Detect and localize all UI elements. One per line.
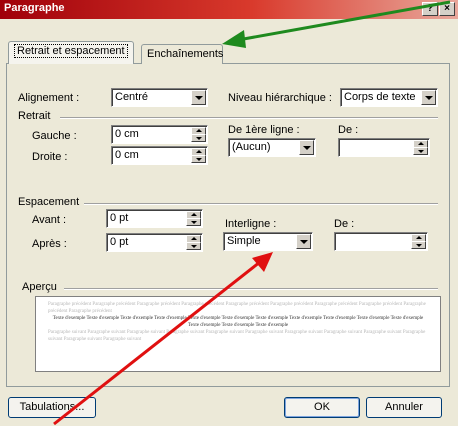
spin-down-icon[interactable] bbox=[191, 155, 206, 163]
chevron-down-icon[interactable] bbox=[296, 234, 311, 249]
line-spacing-at-spinner[interactable] bbox=[334, 232, 428, 251]
indent-right-value: 0 cm bbox=[115, 149, 139, 161]
line-spacing-select[interactable]: Simple bbox=[223, 232, 313, 251]
preview-group-divider bbox=[64, 288, 438, 290]
alignment-select[interactable]: Centré bbox=[111, 88, 208, 107]
first-line-label: De 1ère ligne : bbox=[228, 124, 300, 136]
spacing-after-value: 0 pt bbox=[110, 236, 129, 248]
chevron-down-icon[interactable] bbox=[421, 90, 436, 105]
chevron-down-icon[interactable] bbox=[299, 140, 314, 155]
indent-group-divider bbox=[60, 117, 438, 119]
line-spacing-at-label: De : bbox=[334, 218, 355, 230]
first-line-value: (Aucun) bbox=[232, 141, 271, 153]
help-button[interactable]: ? bbox=[422, 2, 438, 16]
line-spacing-value: Simple bbox=[227, 235, 261, 247]
spacing-after-label: Après : bbox=[32, 238, 67, 250]
tab-enchainements[interactable]: Enchaînements bbox=[141, 44, 223, 64]
chevron-down-icon[interactable] bbox=[191, 90, 206, 105]
spacing-before-value: 0 pt bbox=[110, 212, 129, 224]
indent-left-spinner[interactable]: 0 cm bbox=[111, 125, 208, 144]
line-spacing-label: Interligne : bbox=[225, 218, 277, 230]
preview-sample-text: Texte d'exemple Texte d'exemple Texte d'… bbox=[52, 316, 424, 328]
alignment-value: Centré bbox=[115, 91, 149, 103]
outline-level-value: Corps de texte bbox=[344, 91, 416, 103]
indent-left-label: Gauche : bbox=[32, 130, 77, 142]
spacing-group-divider bbox=[84, 203, 438, 205]
outline-level-label: Niveau hiérarchique : bbox=[228, 92, 332, 104]
spin-down-icon[interactable] bbox=[411, 241, 426, 249]
spin-down-icon[interactable] bbox=[413, 147, 428, 155]
first-line-select[interactable]: (Aucun) bbox=[228, 138, 316, 157]
first-line-by-spinner[interactable] bbox=[338, 138, 430, 157]
indent-group-label: Retrait bbox=[18, 110, 51, 122]
spacing-before-spinner[interactable]: 0 pt bbox=[106, 209, 203, 228]
spacing-before-label: Avant : bbox=[32, 214, 67, 226]
indent-left-value: 0 cm bbox=[115, 128, 139, 140]
alignment-label: Alignement : bbox=[18, 92, 80, 104]
tab-label: Enchaînements bbox=[147, 48, 224, 60]
spacing-group-label: Espacement bbox=[18, 196, 80, 208]
outline-level-select[interactable]: Corps de texte bbox=[340, 88, 438, 107]
spacing-after-spinner[interactable]: 0 pt bbox=[106, 233, 203, 252]
preview-next-text: Paragraphe suivant Paragraphe suivant Pa… bbox=[48, 330, 426, 342]
ok-button[interactable]: OK bbox=[284, 397, 360, 418]
tabulations-button[interactable]: Tabulations... bbox=[8, 397, 96, 418]
paragraph-preview: Paragraphe précédent Paragraphe précéden… bbox=[35, 296, 441, 372]
tab-label: Retrait et espacement bbox=[14, 44, 128, 58]
window-title: Paragraphe bbox=[4, 2, 65, 14]
close-button[interactable]: × bbox=[439, 2, 455, 16]
cancel-button[interactable]: Annuler bbox=[366, 397, 442, 418]
spin-down-icon[interactable] bbox=[186, 242, 201, 250]
preview-group-label: Aperçu bbox=[22, 281, 57, 293]
first-line-by-label: De : bbox=[338, 124, 359, 136]
title-bar bbox=[0, 0, 458, 19]
indent-right-label: Droite : bbox=[32, 151, 68, 163]
tab-retrait-espacement[interactable]: Retrait et espacement bbox=[8, 41, 134, 64]
indent-right-spinner[interactable]: 0 cm bbox=[111, 146, 208, 165]
spin-down-icon[interactable] bbox=[186, 218, 201, 226]
spin-down-icon[interactable] bbox=[191, 134, 206, 142]
preview-previous-text: Paragraphe précédent Paragraphe précéden… bbox=[48, 302, 426, 314]
